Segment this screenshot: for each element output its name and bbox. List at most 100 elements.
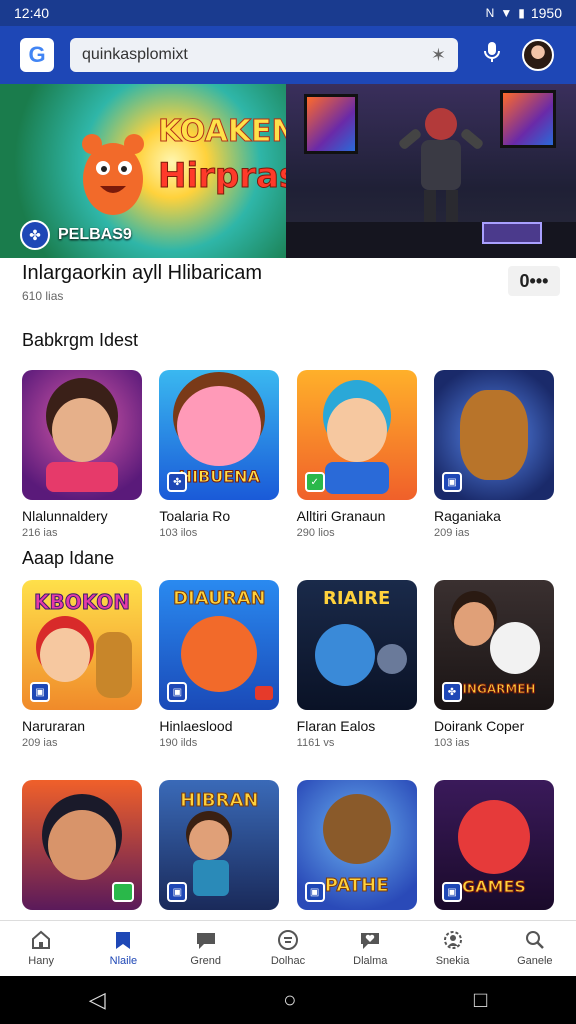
status-time: 12:40 bbox=[14, 5, 50, 21]
badge-icon: ▣ bbox=[304, 882, 325, 902]
wifi-icon: ▼ bbox=[500, 6, 513, 20]
app-meta: 290 lios bbox=[296, 527, 335, 539]
app-card[interactable]: HIBUENA ✤ Toalaria Ro 103 ilos bbox=[159, 370, 280, 539]
search-input[interactable]: quinkasplomixt bbox=[82, 46, 188, 64]
home-circle-icon[interactable]: ○ bbox=[283, 987, 296, 1013]
banner-right-art[interactable] bbox=[286, 84, 576, 258]
app-name: Raganiaka bbox=[433, 508, 501, 524]
app-thumbnail[interactable]: GAMES ▣ bbox=[433, 780, 554, 910]
character-face bbox=[181, 616, 258, 692]
more-options-button[interactable]: 0••• bbox=[508, 266, 560, 296]
coin-icon bbox=[276, 929, 300, 951]
app-card[interactable]: ▣ Raganiaka 209 ias bbox=[433, 370, 554, 539]
bottom-nav: Hany Nlaile Grend Dolhac Dlalma Snekia G… bbox=[0, 920, 576, 976]
app-thumbnail[interactable]: DIAURAN ▣ bbox=[159, 580, 280, 710]
nav-item-grend[interactable]: Grend bbox=[171, 929, 241, 967]
app-name: Hinlaeslood bbox=[159, 718, 233, 734]
app-thumbnail[interactable] bbox=[22, 370, 142, 500]
app-name: Naruraran bbox=[22, 718, 86, 734]
system-nav-bar: ◁ ○ □ bbox=[0, 976, 576, 1024]
bear-face bbox=[314, 624, 375, 686]
app-meta: 209 ias bbox=[22, 737, 58, 749]
hero-banner[interactable]: KOAKEN Hirpras! ✤ PELBAS9 bbox=[0, 84, 576, 258]
home-icon bbox=[29, 929, 53, 951]
recents-icon[interactable]: □ bbox=[474, 987, 487, 1013]
check-badge-icon bbox=[112, 882, 134, 902]
nav-label: Nlaile bbox=[109, 955, 138, 967]
nav-item-hany[interactable]: Hany bbox=[6, 929, 76, 967]
nav-label: Snekia bbox=[435, 955, 470, 967]
bear-face bbox=[322, 794, 391, 864]
app-title: Inlargaorkin ayll Hlibaricam bbox=[22, 262, 263, 284]
back-icon[interactable]: ◁ bbox=[89, 987, 106, 1013]
status-battery: 1950 bbox=[530, 5, 562, 21]
banner-title-2: Hirpras! bbox=[158, 156, 286, 197]
app-info: Inlargaorkin ayll Hlibaricam 610 lias 0•… bbox=[22, 262, 562, 303]
app-card[interactable]: HIBRAN ▣ bbox=[159, 780, 280, 918]
banner-badge-text: PELBAS9 bbox=[58, 226, 132, 243]
character-face bbox=[453, 602, 494, 646]
app-thumbnail[interactable]: ▣ bbox=[433, 370, 554, 500]
nav-item-dolhac[interactable]: Dolhac bbox=[253, 929, 323, 967]
app-card[interactable]: ✓ Alltiri Granaun 290 lios bbox=[296, 370, 417, 539]
app-meta: 216 ias bbox=[22, 527, 58, 539]
app-name: Alltiri Granaun bbox=[296, 508, 386, 524]
settings-person-icon bbox=[441, 929, 465, 951]
badge-icon: ▣ bbox=[441, 882, 462, 902]
mic-icon[interactable] bbox=[480, 40, 504, 70]
companion-figure bbox=[96, 632, 132, 698]
character-face bbox=[326, 398, 387, 462]
nav-item-ganele[interactable]: Ganele bbox=[500, 929, 570, 967]
google-logo-icon[interactable]: G bbox=[20, 38, 54, 72]
app-thumbnail[interactable]: PATHE ▣ bbox=[296, 780, 417, 910]
thumbnail-word: KBOKON bbox=[33, 590, 131, 615]
nav-item-nlaile[interactable]: Nlaile bbox=[88, 929, 158, 967]
battery-icon: ▮ bbox=[518, 6, 525, 20]
app-card[interactable]: DIAURAN ▣ Hinlaeslood 190 ilds bbox=[159, 580, 280, 749]
app-card[interactable]: KBOKON ▣ Naruraran 209 ias bbox=[22, 580, 142, 749]
character-face bbox=[40, 628, 90, 682]
app-thumbnail[interactable]: KBOKON ▣ bbox=[22, 580, 142, 710]
app-thumbnail[interactable]: HIBRAN ▣ bbox=[159, 780, 280, 910]
app-meta: 190 ilds bbox=[159, 737, 198, 749]
app-card[interactable]: Nlalunnaldery 216 ias bbox=[22, 370, 142, 539]
app-thumbnail[interactable]: NINGARMEH ✤ bbox=[433, 580, 554, 710]
arcade-console bbox=[482, 222, 542, 244]
character-face bbox=[52, 398, 112, 462]
bookmark-icon bbox=[111, 929, 135, 951]
badge-icon: ▣ bbox=[30, 682, 50, 702]
fleur-icon: ✤ bbox=[20, 220, 50, 250]
app-card[interactable]: GAMES ▣ bbox=[433, 780, 554, 918]
mascot-illustration bbox=[82, 134, 144, 215]
badge-icon: ▣ bbox=[441, 472, 462, 492]
app-thumbnail[interactable]: RIAIRE bbox=[296, 580, 417, 710]
character-face bbox=[48, 810, 116, 880]
top-bar: G quinkasplomixt ✶ bbox=[0, 26, 576, 84]
badge-icon: ▣ bbox=[167, 682, 188, 702]
nav-label: Grend bbox=[190, 955, 221, 967]
status-icons: N ▼ ▮ 1950 bbox=[486, 5, 562, 21]
nav-label: Hany bbox=[28, 955, 54, 967]
app-grid-3: HIBRAN ▣ PATHE ▣ GAMES ▣ bbox=[22, 780, 554, 918]
nav-label: Ganele bbox=[517, 955, 553, 967]
banner-left-art[interactable]: KOAKEN Hirpras! ✤ PELBAS9 bbox=[0, 84, 286, 258]
sparkle-icon[interactable]: ✶ bbox=[431, 45, 446, 66]
app-name: Toalaria Ro bbox=[159, 508, 231, 524]
app-thumbnail[interactable]: ✓ bbox=[296, 370, 417, 500]
creature-face bbox=[457, 800, 530, 874]
app-thumbnail[interactable]: HIBUENA ✤ bbox=[159, 370, 280, 500]
nav-item-snekia[interactable]: Snekia bbox=[418, 929, 488, 967]
app-card[interactable]: PATHE ▣ bbox=[296, 780, 417, 918]
search-bar[interactable]: quinkasplomixt ✶ bbox=[70, 38, 458, 72]
app-card[interactable] bbox=[22, 780, 142, 918]
avatar[interactable] bbox=[522, 39, 554, 71]
app-card[interactable]: NINGARMEH ✤ Doirank Coper 103 ias bbox=[433, 580, 554, 749]
creature-figure bbox=[459, 390, 528, 480]
nav-item-dlalma[interactable]: Dlalma bbox=[335, 929, 405, 967]
app-subtitle: 610 lias bbox=[22, 289, 64, 303]
thumbnail-word: RIAIRE bbox=[322, 588, 391, 609]
app-thumbnail[interactable] bbox=[22, 780, 142, 910]
app-card[interactable]: RIAIRE Flaran Ealos 1161 vs bbox=[296, 580, 417, 749]
thumbnail-word: HIBRAN bbox=[180, 790, 259, 812]
search-icon bbox=[523, 929, 547, 951]
